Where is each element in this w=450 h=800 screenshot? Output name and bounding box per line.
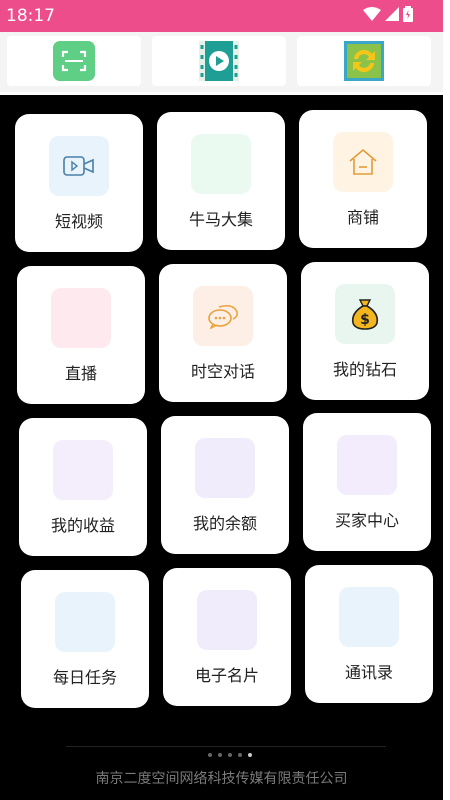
- page-dot[interactable]: [228, 753, 232, 757]
- tile-icon-box: [337, 435, 397, 495]
- tile-label: 通讯录: [344, 663, 393, 682]
- tile-label: 买家中心: [334, 511, 399, 530]
- refresh-icon: [344, 41, 384, 81]
- tile-label: 商铺: [346, 208, 379, 227]
- page-dot[interactable]: [208, 753, 212, 757]
- status-time: 18:17: [6, 6, 55, 26]
- scan-button[interactable]: [7, 36, 141, 86]
- edge-strip: [443, 0, 450, 800]
- tile-icon-box: [195, 438, 255, 498]
- tile-label: 牛马大集: [188, 210, 253, 229]
- page-dot[interactable]: [218, 753, 222, 757]
- signal-icon: [385, 7, 399, 21]
- tile-label: 我的钻石: [332, 360, 397, 379]
- tile-balance[interactable]: 我的余额: [161, 416, 289, 554]
- money-bag-icon: $: [351, 299, 379, 330]
- wifi-icon: [363, 7, 381, 21]
- tile-short-video[interactable]: 短视频: [15, 114, 143, 252]
- tile-icon-box: $: [335, 284, 395, 344]
- tile-market[interactable]: 牛马大集: [157, 112, 285, 250]
- scan-icon: [53, 41, 95, 81]
- tile-daily-tasks[interactable]: 每日任务: [21, 570, 149, 708]
- battery-icon: [403, 6, 413, 22]
- tile-shop[interactable]: 商铺: [299, 110, 427, 248]
- tile-icon-box: [333, 132, 393, 192]
- tile-label: 电子名片: [194, 666, 259, 685]
- tile-label: 直播: [64, 364, 97, 383]
- tile-icon-box: [197, 590, 257, 650]
- tile-business-card[interactable]: 电子名片: [163, 568, 291, 706]
- page-indicator: [208, 753, 252, 757]
- tile-buyer-center[interactable]: 买家中心: [303, 413, 431, 551]
- refresh-button[interactable]: [297, 36, 431, 86]
- tile-label: 我的余额: [192, 514, 257, 533]
- top-toolbar: [0, 32, 443, 92]
- tile-icon-box: [53, 440, 113, 500]
- tile-contacts[interactable]: 通讯录: [305, 565, 433, 703]
- video-play-icon: [199, 41, 239, 81]
- tile-label: 短视频: [54, 212, 103, 231]
- home-icon: [349, 148, 377, 175]
- tile-icon-box: [193, 286, 253, 346]
- status-icons: [363, 6, 413, 22]
- divider: [66, 746, 386, 747]
- tile-icon-box: [49, 136, 109, 196]
- tile-label: 我的收益: [50, 516, 115, 535]
- video-button[interactable]: [152, 36, 286, 86]
- tile-icon-box: [339, 587, 399, 647]
- tile-label: 每日任务: [52, 668, 117, 687]
- video-icon: [63, 156, 94, 176]
- tile-icon-box: [55, 592, 115, 652]
- tile-icon-box: [51, 288, 111, 348]
- company-footer: 南京二度空间网络科技传媒有限责任公司: [95, 771, 348, 787]
- tile-diamonds[interactable]: $ 我的钻石: [301, 262, 429, 400]
- tile-time-chat[interactable]: 时空对话: [159, 264, 287, 402]
- tile-icon-box: [191, 134, 251, 194]
- tile-live[interactable]: 直播: [17, 266, 145, 404]
- chat-icon: [208, 305, 238, 329]
- page-dot-active[interactable]: [248, 753, 252, 757]
- svg-text:$: $: [360, 312, 370, 328]
- tile-label: 时空对话: [190, 362, 255, 381]
- tile-earnings[interactable]: 我的收益: [19, 418, 147, 556]
- status-bar: 18:17: [0, 0, 443, 32]
- page-dot[interactable]: [238, 753, 242, 757]
